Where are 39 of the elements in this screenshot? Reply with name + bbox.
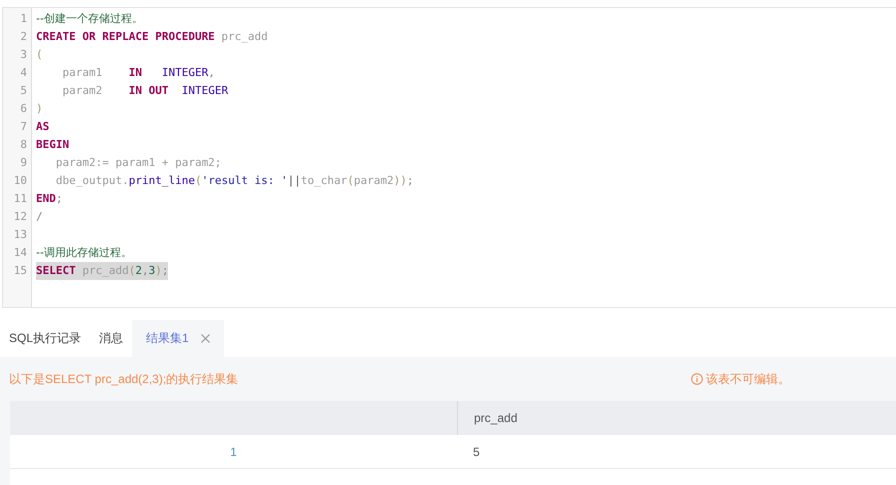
code-line: param2:= param1 + param2;	[54, 155, 222, 171]
line-number: 4	[19, 65, 28, 81]
code-line: END;	[36, 191, 62, 207]
line-number: 1	[19, 11, 28, 27]
code-line: param1 IN INTEGER,	[61, 65, 215, 81]
info-icon	[691, 373, 703, 385]
code-line: param2 IN OUT INTEGER	[61, 83, 228, 99]
table-cell: 5	[473, 444, 480, 458]
code-line: )	[36, 101, 43, 117]
result-caption: 以下是SELECT prc_add(2,3);的执行结果集	[9, 370, 238, 388]
notice-text: 该表不可编辑。	[706, 370, 790, 388]
line-number: 2	[19, 29, 28, 45]
line-number: 9	[19, 155, 28, 171]
line-number: 12	[12, 209, 28, 225]
tab[interactable]: 结果集1	[132, 320, 224, 357]
code-line: --创建一个存储过程。	[36, 11, 143, 27]
line-number: 3	[19, 47, 28, 63]
line-number: 10	[12, 173, 28, 189]
close-icon[interactable]	[200, 334, 210, 343]
code-line: dbe_output.print_line('result is: '||to_char(param2));	[54, 173, 414, 189]
line-number: 15	[12, 263, 28, 279]
column-header: prc_add	[474, 411, 518, 425]
code-line: /	[36, 209, 43, 225]
line-number: 14	[12, 245, 28, 261]
code-line: AS	[36, 119, 50, 135]
line-number: 11	[12, 191, 28, 207]
line-number: 6	[19, 101, 28, 117]
tab[interactable]: SQL执行记录	[0, 320, 90, 357]
table-cell: 1	[230, 444, 237, 458]
line-number: 8	[19, 137, 28, 153]
code-line: (	[36, 47, 43, 63]
code-line: BEGIN	[36, 137, 70, 153]
code-line: CREATE OR REPLACE PROCEDURE prc_add	[36, 29, 268, 45]
code-editor[interactable]	[2, 7, 896, 308]
line-number: 7	[19, 119, 28, 135]
code-line: --调用此存储过程。	[36, 245, 132, 261]
line-number: 13	[12, 227, 28, 243]
line-number: 5	[19, 83, 28, 99]
tab[interactable]: 消息	[90, 320, 132, 357]
